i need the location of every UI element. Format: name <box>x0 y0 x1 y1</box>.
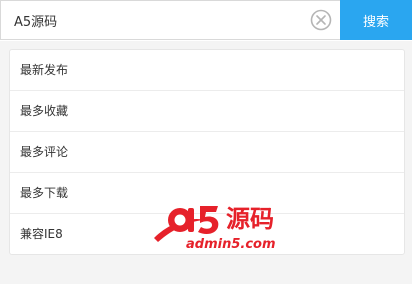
search-input[interactable] <box>1 1 304 39</box>
clear-icon <box>310 9 332 31</box>
clear-search-button[interactable] <box>310 9 332 31</box>
a5-logo-icon: 源码 admin5.com <box>154 205 276 252</box>
menu-item-most-commented[interactable]: 最多评论 <box>10 132 404 173</box>
menu-item-most-favorited[interactable]: 最多收藏 <box>10 91 404 132</box>
search-box <box>0 0 340 40</box>
search-bar: 搜索 <box>0 0 412 40</box>
menu-item-latest[interactable]: 最新发布 <box>10 50 404 91</box>
logo-site-text: admin5.com <box>186 237 276 252</box>
logo-cn-text: 源码 <box>226 205 274 233</box>
a5-logo-watermark: 源码 admin5.com <box>148 194 298 254</box>
search-button[interactable]: 搜索 <box>340 0 412 40</box>
